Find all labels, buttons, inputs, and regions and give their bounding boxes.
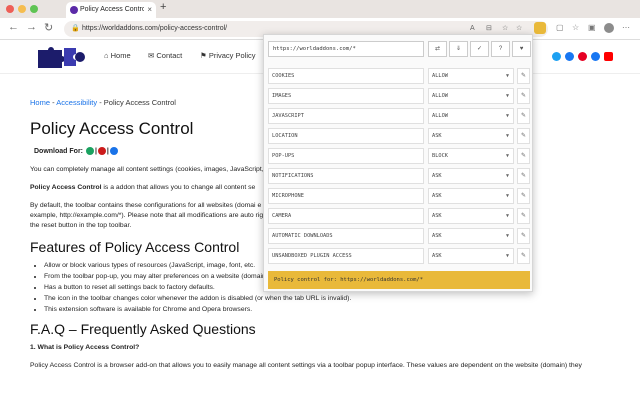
close-icon[interactable]: × [147,2,152,18]
edit-icon[interactable]: ✎ [517,248,530,264]
help-button[interactable]: ? [491,41,510,57]
setting-select[interactable]: ASK ▼ [428,128,514,144]
site-logo[interactable] [34,44,88,70]
setting-row-location: LOCATION ASK ▼ ✎ [268,128,530,144]
nav-privacy-policy[interactable]: ⚑ Privacy Policy [200,51,256,60]
setting-select[interactable]: ASK ▼ [428,228,514,244]
maximize-window-button[interactable] [30,5,38,13]
chevron-down-icon: ▼ [505,193,509,199]
setting-label: AUTOMATIC DOWNLOADS [268,228,424,244]
setting-label: COOKIES [268,68,424,84]
edit-icon[interactable]: ✎ [517,168,530,184]
minimize-window-button[interactable] [18,5,26,13]
setting-row-popups: POP-UPS BLOCK ▼ ✎ [268,148,530,164]
setting-select[interactable]: ALLOW ▼ [428,108,514,124]
edit-icon[interactable]: ✎ [517,128,530,144]
nav-home[interactable]: ⌂ Home [104,51,131,60]
setting-label: POP-UPS [268,148,424,164]
new-tab-button[interactable]: + [160,1,166,13]
reset-button[interactable]: ⇄ [428,41,447,57]
domain-input[interactable] [268,41,424,57]
chrome-icon[interactable] [85,147,94,155]
setting-label: JAVASCRIPT [268,108,424,124]
chevron-down-icon: ▼ [505,253,509,259]
faq-question: 1. What is Policy Access Control? [30,344,140,351]
setting-select[interactable]: ALLOW ▼ [428,88,514,104]
tab-title: Policy Access Control - World [80,6,144,13]
chevron-down-icon: ▼ [505,133,509,139]
chevron-down-icon: ▼ [505,93,509,99]
profile-avatar[interactable] [604,23,614,33]
tab-bar: Policy Access Control - World × + [0,0,640,18]
twitter-icon[interactable] [552,52,561,61]
breadcrumb-current: Policy Access Control [103,98,176,107]
setting-select[interactable]: ALLOW ▼ [428,68,514,84]
faq-answer: Policy Access Control is a browser add-o… [30,362,582,369]
edit-icon[interactable]: ✎ [517,228,530,244]
setting-row-notifications: NOTIFICATIONS ASK ▼ ✎ [268,168,530,184]
setting-row-microphone: MICROPHONE ASK ▼ ✎ [268,188,530,204]
setting-select[interactable]: ASK ▼ [428,168,514,184]
policy-popup: ⇄ ⇓ ✓ ? ♥ COOKIES ALLOW▼ ✎ IMAGES ALLOW▼… [263,34,533,292]
forward-button[interactable]: → [26,21,37,33]
setting-select[interactable]: ASK ▼ [428,248,514,264]
breadcrumb-home[interactable]: Home [30,98,50,107]
setting-select[interactable]: ASK ▼ [428,188,514,204]
chevron-down-icon: ▼ [505,233,509,239]
setting-label: IMAGES [268,88,424,104]
setting-row-unsandboxed-plugin: UNSANDBOXED PLUGIN ACCESS ASK ▼ ✎ [268,248,530,264]
setting-row-cookies: COOKIES ALLOW ▼ ✎ [268,68,530,84]
breadcrumb-accessibility[interactable]: Accessibility [56,98,97,107]
setting-label: LOCATION [268,128,424,144]
status-bar: Policy control for: https://worldaddons.… [268,271,530,289]
youtube-icon[interactable] [604,52,613,61]
setting-row-images: IMAGES ALLOW ▼ ✎ [268,88,530,104]
faq-heading: F.A.Q – Frequently Asked Questions [30,321,256,337]
chevron-down-icon: ▼ [505,213,509,219]
setting-select[interactable]: BLOCK ▼ [428,148,514,164]
list-item: This extension software is available for… [44,305,620,315]
setting-label: NOTIFICATIONS [268,168,424,184]
setting-row-javascript: JAVASCRIPT ALLOW ▼ ✎ [268,108,530,124]
setting-label: CAMERA [268,208,424,224]
edit-icon[interactable]: ✎ [517,148,530,164]
chevron-down-icon: ▼ [505,173,509,179]
setting-select[interactable]: ASK ▼ [428,208,514,224]
opera-icon[interactable] [97,147,106,155]
download-button[interactable]: ⇓ [449,41,468,57]
split-screen-icon[interactable]: ▢ [556,23,564,32]
edit-icon[interactable]: ✎ [517,108,530,124]
pinterest-icon[interactable] [578,52,587,61]
policy-access-extension-icon[interactable] [534,22,546,34]
setting-label: MICROPHONE [268,188,424,204]
setting-row-camera: CAMERA ASK ▼ ✎ [268,208,530,224]
address-bar-url: https://worldaddons.com/policy-access-co… [82,25,228,32]
setting-label: UNSANDBOXED PLUGIN ACCESS [268,248,424,264]
more-menu-icon[interactable]: ⋯ [622,23,630,32]
back-button[interactable]: ← [8,21,19,33]
facebook-icon[interactable] [565,52,574,61]
chevron-down-icon: ▼ [505,73,509,79]
collections-icon[interactable]: ▣ [588,23,596,32]
chevron-down-icon: ▼ [505,153,509,159]
list-item: The icon in the toolbar changes color wh… [44,294,620,304]
edit-icon[interactable]: ✎ [517,88,530,104]
apply-button[interactable]: ✓ [470,41,489,57]
setting-row-automatic-downloads: AUTOMATIC DOWNLOADS ASK ▼ ✎ [268,228,530,244]
puzzle-icon [70,6,78,14]
lock-icon: 🔒 [71,25,80,32]
browser-tab[interactable]: Policy Access Control - World × [66,2,156,18]
favorite-button[interactable]: ♥ [512,41,531,57]
close-window-button[interactable] [6,5,14,13]
messenger-icon[interactable] [591,52,600,61]
edit-icon[interactable]: ✎ [517,188,530,204]
nav-contact[interactable]: ✉ Contact [148,51,182,60]
edit-icon[interactable]: ✎ [517,208,530,224]
reload-button[interactable]: ↻ [44,21,53,34]
edit-icon[interactable]: ✎ [517,68,530,84]
chevron-down-icon: ▼ [505,113,509,119]
favorites-bar-icon[interactable]: ☆ [572,23,579,32]
edge-icon[interactable] [109,147,118,155]
